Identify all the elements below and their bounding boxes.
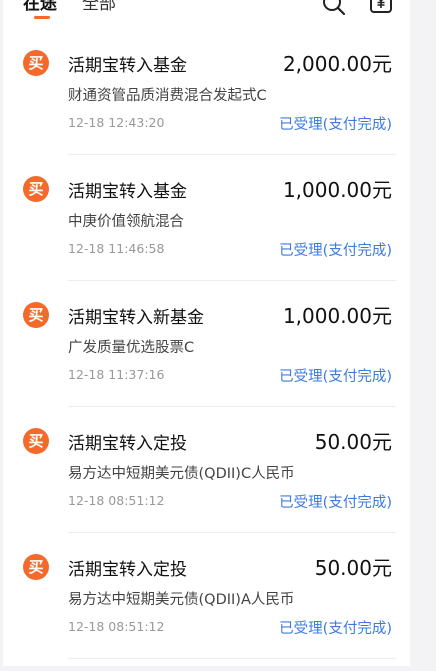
buy-badge-icon: 买 [23,176,49,202]
top-bar: 在途 全部 [3,0,410,22]
record-amount: 1,000.00元 [282,304,392,328]
record-time: 12-18 11:46:58 [68,241,165,256]
search-icon[interactable] [321,0,347,22]
record-fund-name: 广发质量优选股票C [68,340,195,356]
record-amount: 50.00元 [314,556,392,580]
list-item[interactable]: 买 活期宝转入基金 1,000.00元 中庚价值领航混合 12-18 11:46… [3,167,410,293]
record-amount: 2,000.00元 [282,52,392,76]
record-fund-name: 中庚价值领航混合 [68,214,184,230]
buy-badge-icon: 买 [23,554,49,580]
divider [68,154,396,155]
buy-badge-icon: 买 [23,302,49,328]
list-item[interactable]: 买 活期宝转入定投 50.00元 易方达中短期美元债(QDII)A人民币 12-… [3,545,410,671]
record-title: 活期宝转入定投 [68,560,187,580]
divider [68,406,396,407]
record-title: 活期宝转入新基金 [68,308,204,328]
yuan-wallet-icon[interactable] [369,0,393,22]
record-status: 已受理(支付完成) [279,243,392,259]
record-time: 12-18 11:37:16 [68,367,165,382]
transaction-list-panel: 在途 全部 买 活期宝转入基金 2,000.00元 财通资管品质消费混合发起式C… [3,0,410,666]
list-item[interactable]: 买 活期宝转入新基金 1,000.00元 广发质量优选股票C 12-18 11:… [3,293,410,419]
divider [68,280,396,281]
record-fund-name: 财通资管品质消费混合发起式C [68,88,267,104]
tab-all[interactable]: 全部 [82,0,116,14]
buy-badge-icon: 买 [23,50,49,76]
record-fund-name: 易方达中短期美元债(QDII)A人民币 [68,592,295,608]
divider [68,658,396,659]
record-time: 12-18 08:51:12 [68,619,165,634]
active-tab-indicator [34,16,50,19]
record-status: 已受理(支付完成) [279,117,392,133]
list-item[interactable]: 买 活期宝转入定投 50.00元 易方达中短期美元债(QDII)C人民币 12-… [3,419,410,545]
record-status: 已受理(支付完成) [279,621,392,637]
record-title: 活期宝转入基金 [68,56,187,76]
record-status: 已受理(支付完成) [279,495,392,511]
record-amount: 1,000.00元 [282,178,392,202]
divider [68,532,396,533]
record-time: 12-18 12:43:20 [68,115,165,130]
tab-in-transit[interactable]: 在途 [23,0,57,14]
record-title: 活期宝转入基金 [68,182,187,202]
record-time: 12-18 08:51:12 [68,493,165,508]
record-fund-name: 易方达中短期美元债(QDII)C人民币 [68,466,295,482]
buy-badge-icon: 买 [23,428,49,454]
record-title: 活期宝转入定投 [68,434,187,454]
list-item[interactable]: 买 活期宝转入基金 2,000.00元 财通资管品质消费混合发起式C 12-18… [3,41,410,167]
record-status: 已受理(支付完成) [279,369,392,385]
record-amount: 50.00元 [314,430,392,454]
